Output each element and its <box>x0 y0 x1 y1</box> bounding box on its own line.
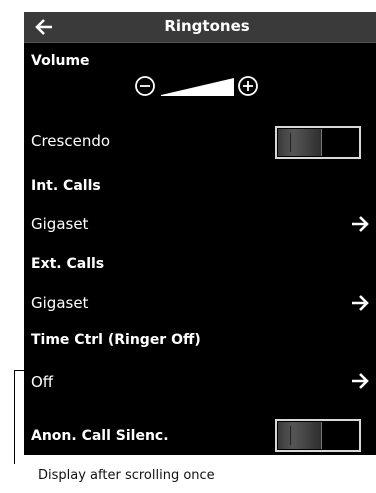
time-ctrl-arrow-button[interactable] <box>348 369 372 393</box>
int-calls-arrow-button[interactable] <box>348 212 372 236</box>
volume-control <box>134 75 294 99</box>
volume-decrease-button[interactable] <box>134 75 156 97</box>
int-calls-label: Int. Calls <box>31 178 101 194</box>
crescendo-label: Crescendo <box>31 132 111 150</box>
caption-pointer-line <box>14 370 15 464</box>
ext-calls-arrow-button[interactable] <box>348 291 372 315</box>
minus-circle-icon <box>135 76 155 96</box>
figure-caption: Display after scrolling once <box>38 468 215 483</box>
plus-circle-icon <box>238 76 258 96</box>
page-title: Ringtones <box>164 17 250 35</box>
crescendo-toggle[interactable] <box>275 126 361 159</box>
title-bar: Ringtones <box>24 12 376 43</box>
anon-call-label: Anon. Call Silenc. <box>31 428 169 444</box>
volume-level-wedge[interactable] <box>161 78 234 96</box>
toggle-knob <box>278 422 322 449</box>
ext-calls-label: Ext. Calls <box>31 256 105 272</box>
volume-increase-button[interactable] <box>237 75 259 97</box>
arrow-right-icon <box>352 216 369 232</box>
time-ctrl-value: Off <box>31 373 54 391</box>
toggle-knob <box>278 129 322 156</box>
time-ctrl-label: Time Ctrl (Ringer Off) <box>31 332 201 348</box>
phone-display: Ringtones Volume Crescendo Int. Calls Gi… <box>24 12 376 455</box>
int-calls-value: Gigaset <box>31 215 89 233</box>
volume-label: Volume <box>31 53 90 69</box>
anon-call-toggle[interactable] <box>275 419 361 452</box>
arrow-right-icon <box>352 373 369 389</box>
caption-pointer-tick <box>14 370 24 371</box>
ext-calls-value: Gigaset <box>31 294 89 312</box>
arrow-right-icon <box>352 295 369 311</box>
